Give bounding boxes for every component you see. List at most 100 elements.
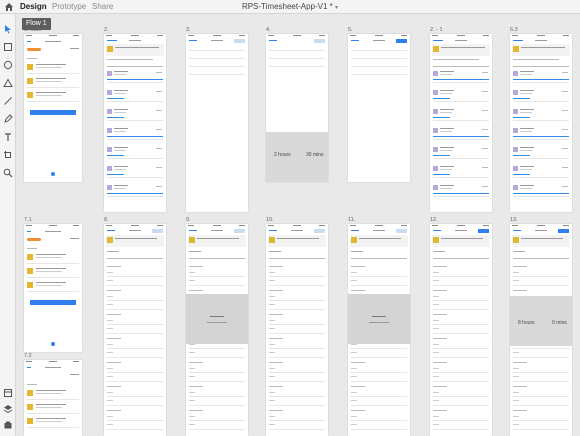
day-name [107,410,121,411]
triangle-icon[interactable] [3,78,13,88]
artboard[interactable] [510,34,572,212]
artboard-label[interactable]: 3. [186,27,191,33]
artboard-label[interactable]: 1. Start [24,27,42,33]
artboard-label[interactable]: 8. [104,217,109,223]
layers-icon[interactable] [3,404,13,414]
artboard-label[interactable]: 5. [348,27,353,33]
divider [433,348,489,349]
day-icon [107,147,112,152]
form-row [269,58,325,59]
status-carrier [26,225,32,226]
status-carrier [188,225,194,226]
artboard[interactable] [24,360,82,436]
day-date [440,93,452,94]
home-icon[interactable] [4,2,14,12]
divider [351,420,407,421]
artboard-label[interactable]: 10. [266,217,274,223]
divider [513,276,569,277]
status-battery [483,35,489,36]
artboard-icon[interactable] [3,150,13,160]
field-label [351,368,357,369]
canvas[interactable]: Flow 1 1. Start 2. 3. 4. 2 hours 30 mins 5. 2. … [16,14,580,436]
divider [433,429,489,430]
artboard[interactable] [104,34,166,212]
divider [107,429,163,430]
field-label [107,400,113,401]
artboard[interactable] [186,34,248,212]
day-date [440,150,452,151]
artboard-label[interactable]: 6.3 [510,27,518,33]
document-title[interactable]: RPS-Timesheet-App-V1 * [242,2,333,11]
artboard[interactable] [348,34,410,182]
save-button [558,229,569,233]
field-label [107,304,113,305]
status-time [49,35,57,36]
assets-icon[interactable] [3,388,13,398]
divider [107,405,163,406]
artboard[interactable]: 8 hours 0 mins [510,224,572,436]
artboard[interactable] [430,34,492,212]
artboard-label[interactable]: 9. [186,217,191,223]
artboard-label[interactable]: 11. [348,217,355,223]
divider [107,357,163,358]
day-name [433,338,447,339]
select-icon[interactable] [3,24,13,34]
tool-bar [0,14,16,436]
form-row [269,66,325,67]
save-button [152,229,163,233]
project-detail [36,393,62,394]
picker-minutes[interactable]: 30 mins [306,152,324,158]
cancel-link [433,230,441,231]
plugins-icon[interactable] [3,420,13,430]
status-time [537,35,545,36]
artboard[interactable] [430,224,492,436]
artboard[interactable]: 2 hours 30 mins [266,34,328,182]
artboard[interactable] [104,224,166,436]
zoom-icon[interactable] [3,168,13,178]
artboard-label[interactable]: 2. - 1 [430,27,443,33]
project-icon [513,237,519,243]
tab-design[interactable]: Design [20,2,47,12]
pen-icon[interactable] [3,114,13,124]
day-date [520,131,532,132]
artboard[interactable] [186,224,248,436]
divider [107,276,163,277]
rectangle-icon[interactable] [3,42,13,52]
ellipse-icon[interactable] [3,60,13,70]
artboard[interactable] [266,224,328,436]
picker-hours[interactable]: 8 hours [518,320,535,326]
form-row [189,66,245,67]
project-name [115,47,159,48]
day-hours [562,72,568,73]
day-name [114,128,128,129]
artboard[interactable] [348,224,410,436]
project-name [521,47,565,48]
artboard-label[interactable]: 12. [430,217,438,223]
artboard-label[interactable]: 4. [266,27,271,33]
artboard-label[interactable]: 7.1 [24,217,32,223]
picker-hours[interactable]: 2 hours [274,152,291,158]
tab-share[interactable]: Share [92,2,113,12]
artboard[interactable] [24,224,82,352]
artboard-label[interactable]: 7.2 [24,353,32,359]
divider [513,405,569,406]
artboard[interactable] [24,34,82,182]
day-name [433,386,447,387]
picker-minutes[interactable]: 0 mins [552,320,567,326]
divider [513,372,569,373]
divider [433,300,489,301]
artboard-label[interactable]: 13. [510,217,518,223]
chevron-down-icon[interactable]: ▾ [335,5,338,11]
milestone [513,59,559,60]
back-link [433,40,443,41]
field-label [189,352,195,353]
line-icon[interactable] [3,96,13,106]
divider [27,277,79,278]
tab-prototype[interactable]: Prototype [52,2,86,12]
project-icon [27,92,33,98]
field-label [107,416,113,417]
text-icon[interactable] [3,132,13,142]
total-hours [70,48,79,49]
artboard-label[interactable]: 2. [104,27,109,33]
day-icon [433,166,438,171]
